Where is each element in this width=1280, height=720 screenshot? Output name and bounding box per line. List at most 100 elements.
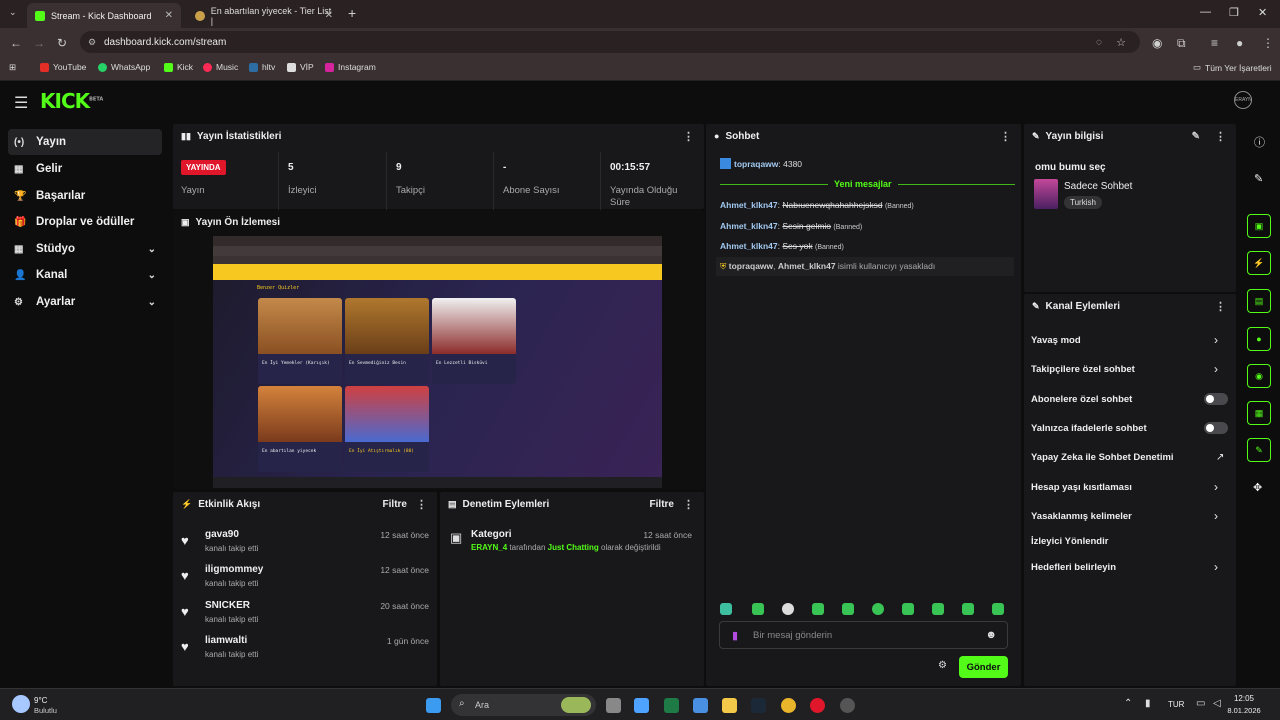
all-bookmarks[interactable]: ▭ Tüm Yer İşaretleri — [1193, 62, 1272, 73]
bookmark-hltv[interactable]: hltv — [249, 62, 275, 72]
sidebar-item-droplar[interactable]: 🎁 Droplar ve ödüller — [8, 209, 162, 235]
sidebar-item-basarilar[interactable]: 🏆 Başarılar — [8, 183, 162, 209]
chevron-right-icon[interactable]: › — [1214, 362, 1218, 376]
activity-user[interactable]: iligmommey — [205, 564, 263, 575]
minimize-icon[interactable]: — — [1200, 6, 1211, 18]
chevron-right-icon[interactable]: › — [1214, 560, 1218, 574]
emote-icon[interactable] — [720, 603, 732, 615]
tool-document-icon[interactable]: ▤ — [1247, 289, 1271, 313]
emote-icon[interactable] — [962, 603, 974, 615]
sidebar-item-studyo[interactable]: ▦ Stüdyo ⌄ — [8, 236, 162, 262]
opera-icon[interactable] — [810, 698, 825, 713]
chevron-up-icon[interactable]: ⌃ — [1124, 698, 1132, 709]
category-thumbnail[interactable] — [1034, 179, 1058, 209]
emote-icon[interactable] — [932, 603, 944, 615]
bookmark-kick[interactable]: Kick — [164, 62, 193, 72]
emote-icon[interactable] — [752, 603, 764, 615]
steam-icon[interactable] — [751, 698, 766, 713]
windows-start-icon[interactable] — [426, 698, 441, 713]
star-icon[interactable]: ☆ — [1116, 36, 1126, 49]
tab-search-icon[interactable]: ⌄ — [9, 7, 17, 18]
more-options-icon[interactable]: ⋮ — [416, 498, 427, 511]
more-options-icon[interactable]: ⋮ — [1215, 300, 1226, 313]
excel-icon[interactable] — [664, 698, 679, 713]
apps-icon[interactable]: ⊞ — [9, 62, 16, 73]
chevron-right-icon[interactable]: › — [1214, 480, 1218, 494]
channel-action-account-age[interactable]: Hesap yaşı kısıtlaması — [1031, 482, 1221, 493]
chat-settings-gear-icon[interactable]: ⚙ — [938, 660, 947, 671]
clock-date[interactable]: 8.01.2026 — [1224, 706, 1264, 715]
ban-user[interactable]: Ahmet_klkn47 — [778, 261, 836, 271]
close-window-icon[interactable]: ✕ — [1258, 6, 1267, 19]
tool-bolt-icon[interactable]: ⚡ — [1247, 251, 1271, 275]
channel-action-slow-mode[interactable]: Yavaş mod — [1031, 335, 1221, 346]
tool-broadcast-icon[interactable]: ◉ — [1247, 364, 1271, 388]
close-tab-icon[interactable]: ✕ — [165, 10, 173, 21]
send-button[interactable]: Gönder — [959, 656, 1008, 678]
channel-action-followers-only[interactable]: Takipçilere özel sohbet — [1031, 364, 1221, 375]
chat-username[interactable]: Ahmet_klkn47 — [720, 221, 778, 231]
url-field[interactable]: ⚙ dashboard.kick.com/stream ◌ ☆ — [80, 31, 1140, 53]
microphone-icon[interactable]: ▮ — [732, 629, 738, 642]
tab-tier-list[interactable]: En abartılan yiyecek - Tier List | ✕ — [187, 3, 341, 28]
language-indicator[interactable]: TUR — [1168, 700, 1184, 709]
app-icon[interactable] — [840, 698, 855, 713]
site-info-icon[interactable]: ⚙ — [88, 37, 96, 48]
more-options-icon[interactable]: ⋮ — [683, 130, 694, 143]
media-icon[interactable]: ≡ — [1211, 36, 1218, 50]
chat-username[interactable]: Ahmet_klkn47 — [720, 200, 778, 210]
emote-icon[interactable] — [782, 603, 794, 615]
bookmark-instagram[interactable]: Instagram — [325, 62, 376, 72]
reload-icon[interactable]: ↻ — [57, 36, 67, 50]
subscribers-only-toggle[interactable] — [1204, 393, 1228, 405]
bookmark-youtube[interactable]: YouTube — [40, 62, 86, 72]
stream-preview[interactable]: Benzer Quizler En İyi Yemekler (Karışık)… — [213, 236, 662, 488]
chat-input[interactable]: ▮ Bir mesaj gönderin ☻ — [719, 621, 1008, 649]
tool-layout-icon[interactable]: ▦ — [1247, 401, 1271, 425]
tool-chat-icon[interactable]: ● — [1247, 327, 1271, 351]
bookmark-whatsapp[interactable]: WhatsApp — [98, 62, 150, 72]
channel-action-ai-moderation[interactable]: Yapay Zeka ile Sohbet Denetimi — [1031, 452, 1221, 463]
sidebar-item-yayin[interactable]: (•) Yayın — [8, 129, 162, 155]
weather-icon[interactable] — [12, 695, 30, 713]
more-options-icon[interactable]: ⋮ — [1215, 130, 1226, 143]
chevron-right-icon[interactable]: › — [1214, 509, 1218, 523]
hamburger-menu-icon[interactable]: ☰ — [14, 93, 28, 113]
more-options-icon[interactable]: ⋮ — [1000, 130, 1011, 143]
tool-wrench-icon[interactable]: ✎ — [1247, 438, 1271, 462]
microphone-icon[interactable]: ▮ — [1145, 698, 1151, 709]
stream-category[interactable]: Sadece Sohbet — [1064, 181, 1132, 192]
tab-kick-dashboard[interactable]: Stream - Kick Dashboard ✕ — [27, 3, 181, 28]
emote-icon[interactable] — [872, 603, 884, 615]
task-view-icon[interactable] — [606, 698, 621, 713]
channel-action-raid[interactable]: İzleyici Yönlendir — [1031, 536, 1221, 547]
profile-icon[interactable]: ● — [1236, 36, 1243, 50]
activity-user[interactable]: SNICKER — [205, 600, 250, 611]
emoji-icon[interactable]: ☻ — [985, 629, 997, 641]
activity-user[interactable]: liamwalti — [205, 635, 247, 646]
emotes-only-toggle[interactable] — [1204, 422, 1228, 434]
ban-mod[interactable]: topraqaww — [729, 261, 773, 271]
more-options-icon[interactable]: ⋮ — [683, 498, 694, 511]
filter-button[interactable]: Filtre — [650, 499, 674, 510]
eye-slash-icon[interactable]: ◌ — [1096, 37, 1102, 48]
volume-icon[interactable]: ◁ — [1213, 698, 1221, 709]
clock-time[interactable]: 12:05 — [1224, 694, 1264, 703]
kick-logo[interactable]: KICKBETA — [40, 89, 103, 113]
chevron-right-icon[interactable]: › — [1214, 333, 1218, 347]
maximize-icon[interactable]: ❐ — [1229, 6, 1239, 19]
info-icon[interactable]: ⓘ — [1254, 134, 1265, 150]
chat-username[interactable]: Ahmet_klkn47 — [720, 241, 778, 251]
emote-icon[interactable] — [992, 603, 1004, 615]
menu-icon[interactable]: ⋮ — [1262, 36, 1274, 50]
chrome-icon[interactable] — [781, 698, 796, 713]
file-explorer-icon[interactable] — [722, 698, 737, 713]
moderation-category[interactable]: Just Chatting — [548, 543, 599, 552]
forward-icon[interactable]: → — [33, 36, 45, 50]
extension-icon[interactable]: ◉ — [1152, 36, 1162, 50]
filter-button[interactable]: Filtre — [383, 499, 407, 510]
pencil-icon[interactable]: ✎ — [1254, 172, 1263, 185]
channel-action-goals[interactable]: Hedefleri belirleyin — [1031, 562, 1221, 573]
puzzle-icon[interactable]: ⧉ — [1177, 36, 1186, 51]
sidebar-item-kanal[interactable]: 👤 Kanal ⌄ — [8, 262, 162, 288]
